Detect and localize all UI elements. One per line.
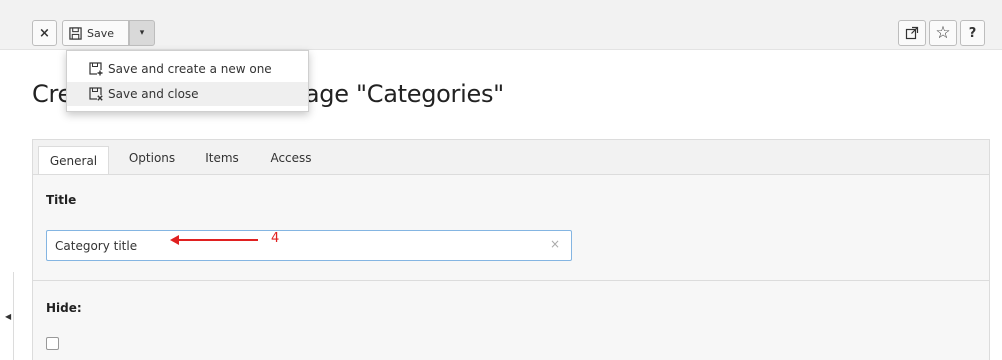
floppy-disk-icon xyxy=(69,26,82,40)
save-dropdown-menu: Save and create a new one Save and close xyxy=(66,50,309,112)
help-icon: ? xyxy=(968,25,977,41)
tab-items[interactable]: Items xyxy=(196,140,248,175)
title-label: Title xyxy=(46,193,77,207)
help-button[interactable]: ? xyxy=(960,20,985,46)
hide-checkbox[interactable] xyxy=(46,337,59,350)
external-link-icon xyxy=(905,26,919,40)
menu-item-save-and-close[interactable]: Save and close xyxy=(67,82,308,106)
chevron-left-icon: ◀ xyxy=(5,312,12,321)
tab-bar: General Options Items Access xyxy=(32,139,990,176)
save-options-toggle[interactable]: ▾ xyxy=(129,20,155,46)
annotation-label-4: 4 xyxy=(271,231,280,246)
save-close-icon xyxy=(89,87,103,101)
title-input[interactable]: Category title xyxy=(46,230,572,261)
save-new-icon xyxy=(89,62,103,76)
menu-item-label: Save and create a new one xyxy=(108,62,272,76)
menu-item-label: Save and close xyxy=(108,87,199,101)
save-button-label: Save xyxy=(87,26,115,40)
tab-label: Options xyxy=(128,150,176,165)
form-panel: Title Category title × Hide: xyxy=(32,174,990,360)
close-button[interactable]: × xyxy=(32,20,57,46)
star-icon: ☆ xyxy=(935,23,951,43)
menu-item-save-and-new[interactable]: Save and create a new one xyxy=(67,57,308,81)
hide-label: Hide: xyxy=(46,301,82,315)
close-icon: × xyxy=(39,25,50,41)
tab-label: Items xyxy=(205,150,239,165)
open-external-button[interactable] xyxy=(898,20,926,46)
annotation-arrow-4 xyxy=(170,235,258,245)
sidebar-toggle[interactable]: ◀ xyxy=(0,272,14,360)
tab-general[interactable]: General xyxy=(38,146,109,176)
tab-access[interactable]: Access xyxy=(261,140,321,175)
page-title-suffix: page "Categories" xyxy=(289,80,504,108)
title-input-value: Category title xyxy=(55,238,138,253)
toolbar: × Save ▾ ☆ ? xyxy=(0,0,1002,50)
tab-label: General xyxy=(49,154,98,168)
divider xyxy=(33,280,989,281)
chevron-down-icon: ▾ xyxy=(139,28,145,38)
favorite-button[interactable]: ☆ xyxy=(929,20,957,46)
tab-options[interactable]: Options xyxy=(119,140,185,175)
save-button[interactable]: Save xyxy=(62,20,129,46)
clear-icon[interactable]: × xyxy=(550,237,560,251)
tab-label: Access xyxy=(270,150,312,165)
